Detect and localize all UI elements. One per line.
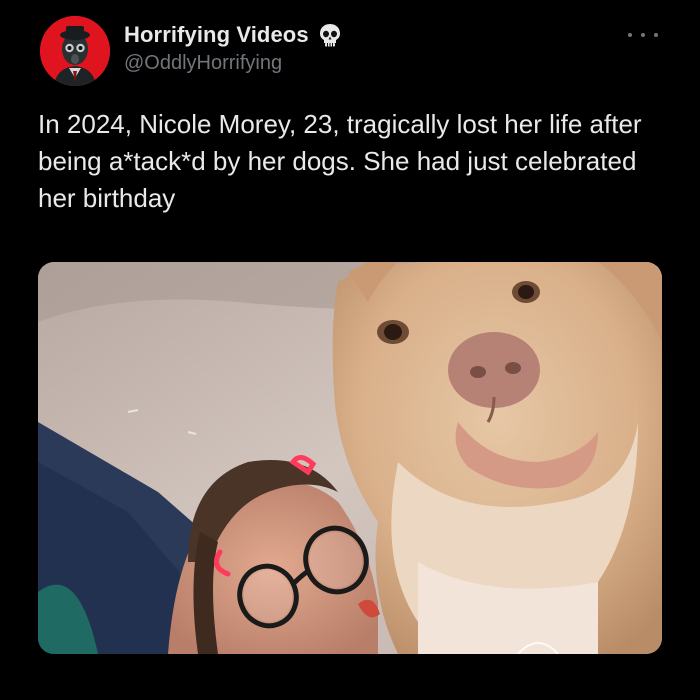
skull-icon: [317, 22, 343, 48]
masked-figure-icon: [40, 16, 110, 86]
author-display-name[interactable]: Horrifying Videos: [124, 22, 309, 48]
author-handle[interactable]: @OddlyHorrifying: [124, 52, 282, 75]
more-dots-icon[interactable]: [628, 24, 658, 46]
author-avatar[interactable]: [40, 16, 110, 86]
tweet-text: In 2024, Nicole Morey, 23, tragically lo…: [38, 109, 642, 213]
dot: [641, 33, 645, 37]
tweet-media-photo[interactable]: [38, 262, 662, 654]
dot: [654, 33, 658, 37]
dot: [628, 33, 632, 37]
author-name-row[interactable]: Horrifying Videos: [124, 22, 343, 48]
photo-woman-and-dog: [38, 262, 662, 654]
